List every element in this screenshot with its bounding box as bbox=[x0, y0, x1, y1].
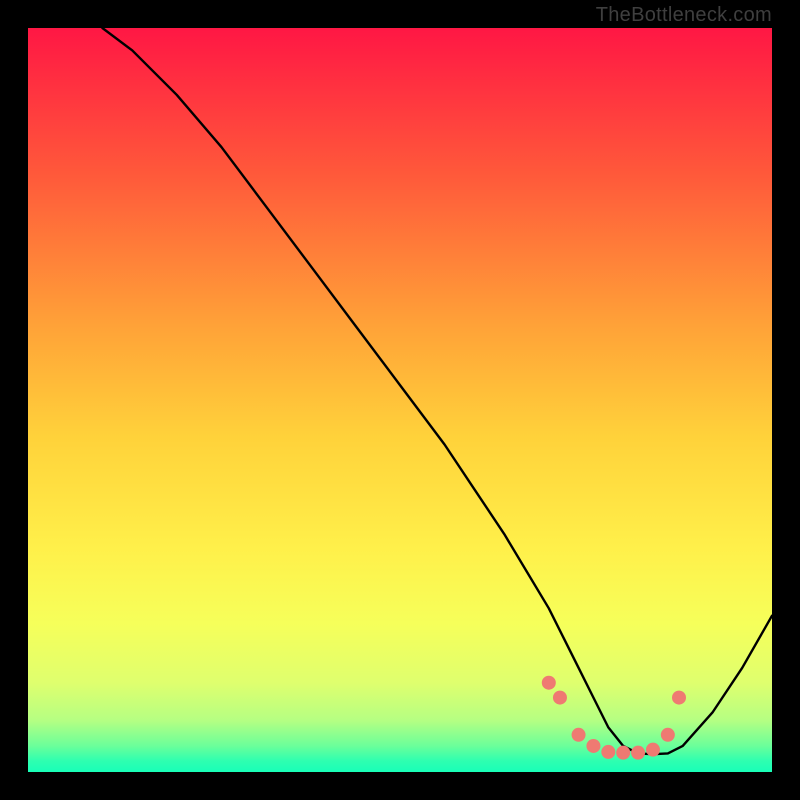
curve-marker bbox=[631, 746, 645, 760]
bottleneck-curve bbox=[102, 28, 772, 754]
watermark-text: TheBottleneck.com bbox=[596, 4, 772, 27]
curve-markers bbox=[542, 676, 686, 760]
curve-marker bbox=[572, 728, 586, 742]
curve-marker bbox=[542, 676, 556, 690]
curve-marker bbox=[661, 728, 675, 742]
curve-marker bbox=[601, 745, 615, 759]
curve-marker bbox=[672, 691, 686, 705]
curve-layer bbox=[28, 28, 772, 772]
curve-marker bbox=[553, 691, 567, 705]
curve-marker bbox=[616, 746, 630, 760]
curve-marker bbox=[586, 739, 600, 753]
plot-area bbox=[28, 28, 772, 772]
curve-marker bbox=[646, 743, 660, 757]
chart-frame: TheBottleneck.com bbox=[0, 0, 800, 800]
